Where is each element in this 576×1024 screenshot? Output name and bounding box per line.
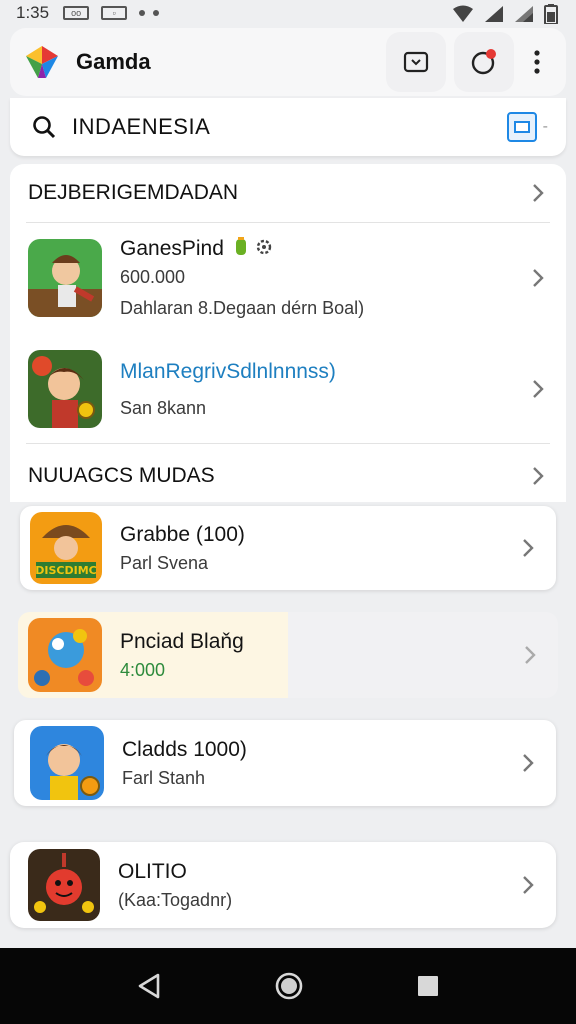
app-name-row: GanesPind (120, 237, 528, 261)
chat-icon (403, 51, 429, 73)
app-thumbnail: DISCDIMC (30, 512, 102, 584)
signal-icon (485, 6, 503, 22)
recents-icon[interactable] (416, 974, 440, 998)
chat-button[interactable] (386, 32, 446, 92)
wifi-icon (453, 5, 473, 22)
app-logo-icon (26, 46, 58, 78)
app-name: GanesPind (120, 237, 224, 260)
app-bar: Gamda (10, 28, 566, 96)
navigation-bar (0, 948, 576, 1024)
dot-icon (139, 10, 146, 16)
gear-icon (256, 239, 271, 255)
app-price: 600.000 (120, 267, 186, 287)
app-list-card: DEJBERIGEMDADAN GanesPind 600.000 Dahlar… (10, 164, 566, 502)
app-subtitle: San 8kann (120, 397, 207, 418)
app-thumbnail (28, 239, 102, 317)
list-item[interactable]: OLITIO (Kaa:Togadnr) (10, 842, 556, 928)
notification-badge-icon: oo (63, 6, 90, 20)
chevron-right-icon (523, 539, 534, 557)
section-title: DEJBERIGEMDADAN (28, 181, 239, 204)
list-item[interactable]: DISCDIMC Grabbe (100) Parl Svena (20, 506, 556, 590)
app-name: Pnciad Blaňg (120, 629, 244, 653)
signal-icon (515, 6, 533, 22)
chevron-right-icon (533, 269, 544, 287)
app-name[interactable]: MlanRegrivSdlnlnnnss) (120, 360, 528, 384)
app-subtitle: Parl Svena (120, 552, 209, 573)
chevron-right-icon (525, 646, 536, 664)
home-icon[interactable] (274, 971, 304, 1001)
battery-icon (544, 4, 558, 24)
section-header[interactable]: NUUAGCS MUDAS (10, 444, 566, 508)
app-name: OLITIO (118, 859, 187, 883)
app-subtitle: Farl Stanh (122, 767, 206, 788)
list-item[interactable]: Pnciad Blaňg 4:000 (18, 612, 558, 698)
app-thumbnail (28, 350, 102, 428)
app-name: Grabbe (100) (120, 522, 245, 546)
app-price: 4:000 (120, 659, 166, 680)
separator: - (542, 118, 548, 135)
search-icon (33, 116, 56, 139)
app-description: Dahlaran 8.Degaan dérn Boal) (120, 298, 365, 318)
app-title: Gamda (76, 49, 151, 74)
dot-icon (153, 10, 160, 16)
status-time: 1:35 (16, 3, 50, 22)
list-item[interactable]: GanesPind 600.000 Dahlaran 8.Degaan dérn… (10, 223, 566, 333)
filter-icon[interactable] (506, 112, 537, 142)
chevron-right-icon (533, 184, 544, 202)
section-header[interactable]: DEJBERIGEMDADAN (10, 164, 566, 222)
more-icon (534, 50, 540, 74)
status-icons (452, 4, 558, 24)
svg-text:DISCDIMC: DISCDIMC (35, 564, 96, 577)
search-bar[interactable]: INDAENESIA - (10, 98, 566, 156)
chevron-right-icon (533, 467, 544, 485)
app-name: Cladds 1000) (122, 737, 247, 761)
chevron-right-icon (523, 876, 534, 894)
notification-icon (471, 49, 496, 75)
app-subtitle: (Kaa:Togadnr) (118, 889, 233, 910)
search-input[interactable]: INDAENESIA (72, 114, 507, 140)
notifications-button[interactable] (454, 32, 514, 92)
app-thumbnail (30, 726, 104, 800)
screenshot-badge-icon: ▫ (101, 6, 128, 20)
app-thumbnail (28, 849, 100, 921)
more-button[interactable] (522, 32, 552, 92)
list-item[interactable]: MlanRegrivSdlnlnnnss) San 8kann (10, 339, 566, 439)
status-bar: 1:35 oo ▫ (0, 0, 576, 26)
battery-badge-icon (235, 237, 246, 255)
back-icon[interactable] (136, 972, 162, 1000)
list-item[interactable]: Cladds 1000) Farl Stanh (14, 720, 556, 806)
chevron-right-icon (523, 754, 534, 772)
chevron-right-icon (533, 380, 544, 398)
section-title: NUUAGCS MUDAS (28, 464, 215, 487)
app-thumbnail (28, 618, 102, 692)
